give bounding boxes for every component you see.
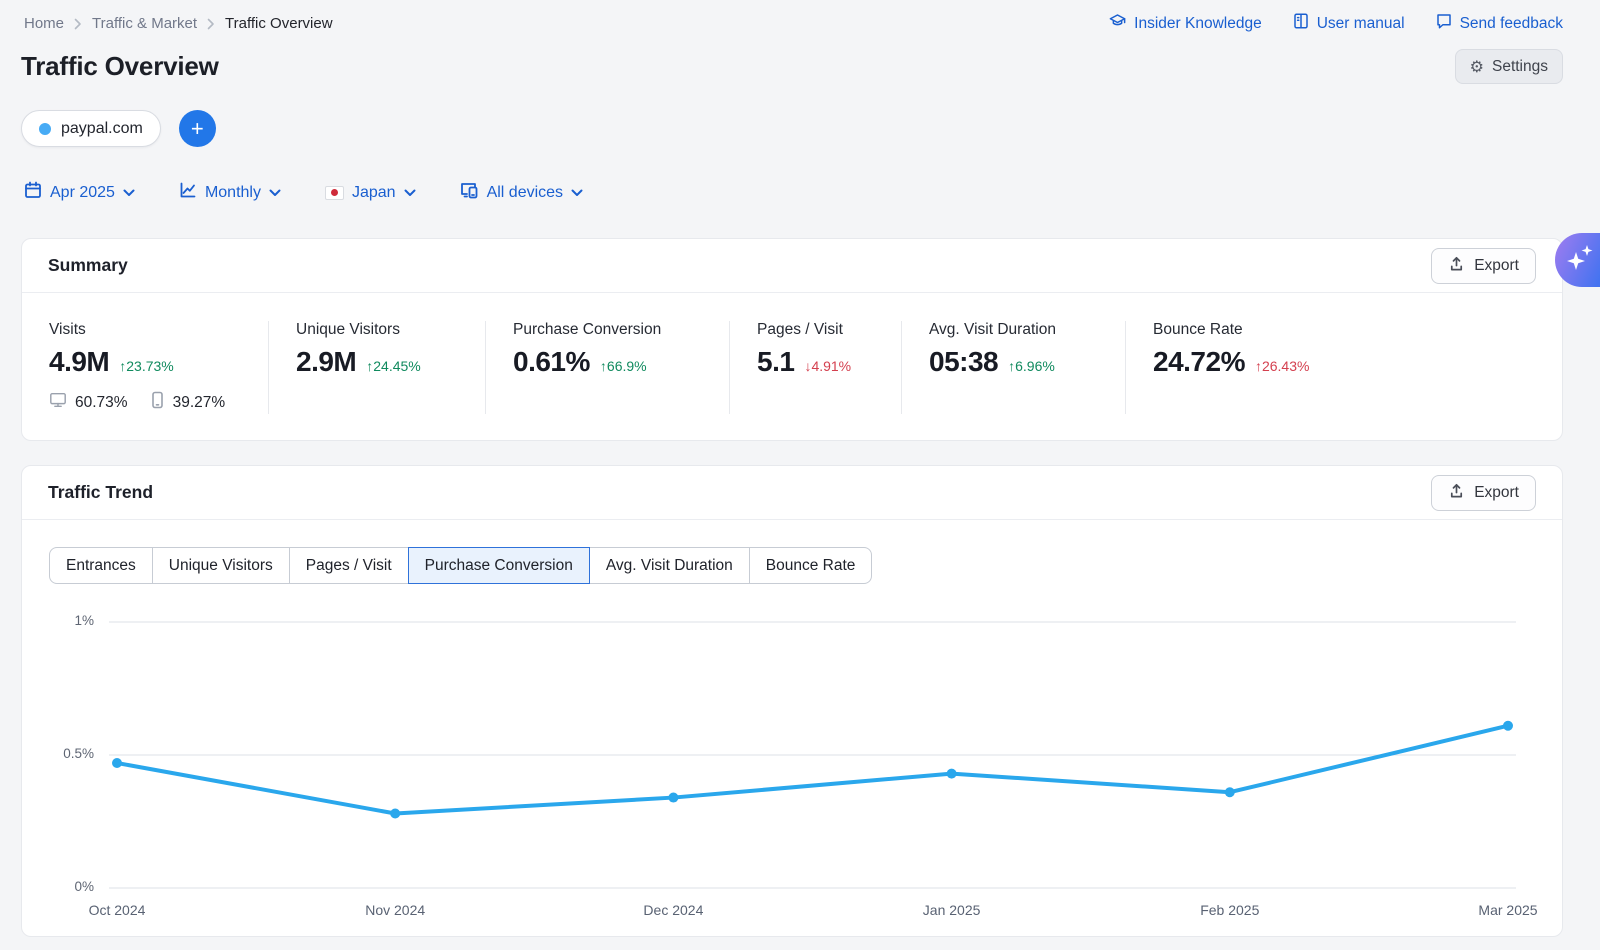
granularity-filter[interactable]: Monthly (179, 181, 281, 204)
metric-delta: ↑23.73% (119, 358, 173, 374)
desktop-icon (49, 391, 67, 414)
metric-value: 24.72% (1153, 346, 1245, 378)
calendar-icon (24, 181, 42, 204)
chevron-right-icon (74, 18, 82, 30)
chevron-down-icon (571, 184, 583, 202)
tab-bounce-rate[interactable]: Bounce Rate (749, 547, 873, 584)
y-axis-tick: 0.5% (22, 746, 94, 761)
chevron-down-icon (123, 184, 135, 202)
add-competitor-button[interactable]: + (179, 110, 216, 147)
x-axis-tick: Feb 2025 (1175, 902, 1285, 918)
japan-flag-icon (325, 186, 344, 200)
date-filter[interactable]: Apr 2025 (24, 181, 135, 204)
filters-row: Apr 2025 Monthly Japan All dev (21, 181, 1563, 204)
feedback-bubble-icon (1435, 12, 1453, 35)
mobile-icon (150, 391, 165, 414)
domain-chip-label: paypal.com (61, 120, 143, 138)
devices-icon (460, 181, 479, 204)
tab-unique-visitors[interactable]: Unique Visitors (152, 547, 290, 584)
sparkles-icon (1565, 239, 1595, 282)
metric-value: 05:38 (929, 346, 998, 378)
user-manual-link[interactable]: User manual (1292, 12, 1405, 35)
metric-bounce-rate: Bounce Rate 24.72% ↑26.43% (1125, 321, 1562, 414)
devices-filter[interactable]: All devices (460, 181, 583, 204)
chevron-down-icon (404, 184, 416, 202)
data-point[interactable] (668, 793, 678, 803)
metric-pages-per-visit: Pages / Visit 5.1 ↓4.91% (729, 321, 901, 414)
mobile-share: 39.27% (173, 394, 226, 412)
tab-purchase-conversion[interactable]: Purchase Conversion (408, 547, 590, 584)
book-icon (1292, 12, 1310, 35)
summary-card: Summary Export Visits 4.9M ↑23.73% (21, 238, 1563, 441)
x-axis-tick: Mar 2025 (1453, 902, 1563, 918)
data-point[interactable] (1503, 721, 1513, 731)
domain-dot-icon (39, 123, 51, 135)
metric-value: 4.9M (49, 346, 109, 378)
data-point[interactable] (390, 809, 400, 819)
export-icon (1448, 255, 1465, 277)
header-links: Insider Knowledge User manual Send feedb… (1108, 12, 1563, 35)
summary-header: Summary Export (22, 239, 1562, 293)
top-bar: Home Traffic & Market Traffic Overview I… (21, 12, 1563, 35)
targets-row: paypal.com + (21, 110, 1563, 147)
send-feedback-link[interactable]: Send feedback (1435, 12, 1563, 35)
data-point[interactable] (947, 769, 957, 779)
trend-export-button[interactable]: Export (1431, 475, 1536, 511)
export-icon (1448, 482, 1465, 504)
tab-pages-per-visit[interactable]: Pages / Visit (289, 547, 409, 584)
metric-delta: ↓4.91% (804, 358, 851, 374)
metric-visits: Visits 4.9M ↑23.73% 60.73% 39.27% (22, 321, 268, 414)
metric-delta: ↑26.43% (1255, 358, 1309, 374)
traffic-trend-card: Traffic Trend Export Entrances Unique Vi… (21, 465, 1563, 937)
trend-line-icon (179, 181, 197, 204)
traffic-trend-title: Traffic Trend (48, 482, 153, 503)
graduation-cap-icon (1108, 12, 1127, 35)
settings-button[interactable]: ⚙ Settings (1455, 49, 1563, 84)
desktop-share: 60.73% (75, 394, 128, 412)
tab-entrances[interactable]: Entrances (49, 547, 153, 584)
breadcrumb: Home Traffic & Market Traffic Overview (24, 15, 333, 32)
y-axis-tick: 1% (22, 613, 94, 628)
x-axis-tick: Oct 2024 (62, 902, 172, 918)
page-title: Traffic Overview (21, 51, 219, 82)
domain-chip[interactable]: paypal.com (21, 110, 161, 147)
metric-delta: ↑66.9% (600, 358, 647, 374)
traffic-trend-header: Traffic Trend Export (22, 466, 1562, 520)
gear-icon: ⚙ (1470, 59, 1484, 75)
y-axis-tick: 0% (22, 879, 94, 894)
data-point[interactable] (1225, 787, 1235, 797)
insider-knowledge-link[interactable]: Insider Knowledge (1108, 12, 1262, 35)
x-axis-tick: Jan 2025 (897, 902, 1007, 918)
trend-metric-tabs: Entrances Unique Visitors Pages / Visit … (49, 547, 872, 584)
metric-avg-visit-duration: Avg. Visit Duration 05:38 ↑6.96% (901, 321, 1125, 414)
data-point[interactable] (112, 758, 122, 768)
trend-line-chart[interactable] (109, 610, 1516, 910)
summary-title: Summary (48, 255, 128, 276)
metric-value: 5.1 (757, 346, 794, 378)
summary-export-button[interactable]: Export (1431, 248, 1536, 284)
summary-metrics: Visits 4.9M ↑23.73% 60.73% 39.27% (22, 293, 1562, 440)
metric-value: 2.9M (296, 346, 356, 378)
breadcrumb-traffic-market[interactable]: Traffic & Market (92, 15, 197, 32)
trend-chart[interactable]: 1% 0.5% 0% Oct 2024 Nov 2024 Dec 2024 Jan 2025… (22, 600, 1562, 936)
metric-value: 0.61% (513, 346, 590, 378)
breadcrumb-current: Traffic Overview (225, 15, 333, 32)
x-axis-tick: Dec 2024 (618, 902, 728, 918)
metric-unique-visitors: Unique Visitors 2.9M ↑24.45% (268, 321, 485, 414)
chevron-right-icon (207, 18, 215, 30)
metric-delta: ↑24.45% (366, 358, 420, 374)
country-filter[interactable]: Japan (325, 184, 416, 202)
ai-assistant-button[interactable] (1555, 233, 1600, 287)
chevron-down-icon (269, 184, 281, 202)
traffic-overview-page: Home Traffic & Market Traffic Overview I… (0, 0, 1600, 950)
title-row: Traffic Overview ⚙ Settings (21, 49, 1563, 84)
metric-purchase-conversion: Purchase Conversion 0.61% ↑66.9% (485, 321, 729, 414)
device-split: 60.73% 39.27% (49, 391, 268, 414)
tab-avg-visit-duration[interactable]: Avg. Visit Duration (589, 547, 750, 584)
metric-delta: ↑6.96% (1008, 358, 1055, 374)
breadcrumb-home[interactable]: Home (24, 15, 64, 32)
x-axis-tick: Nov 2024 (340, 902, 450, 918)
